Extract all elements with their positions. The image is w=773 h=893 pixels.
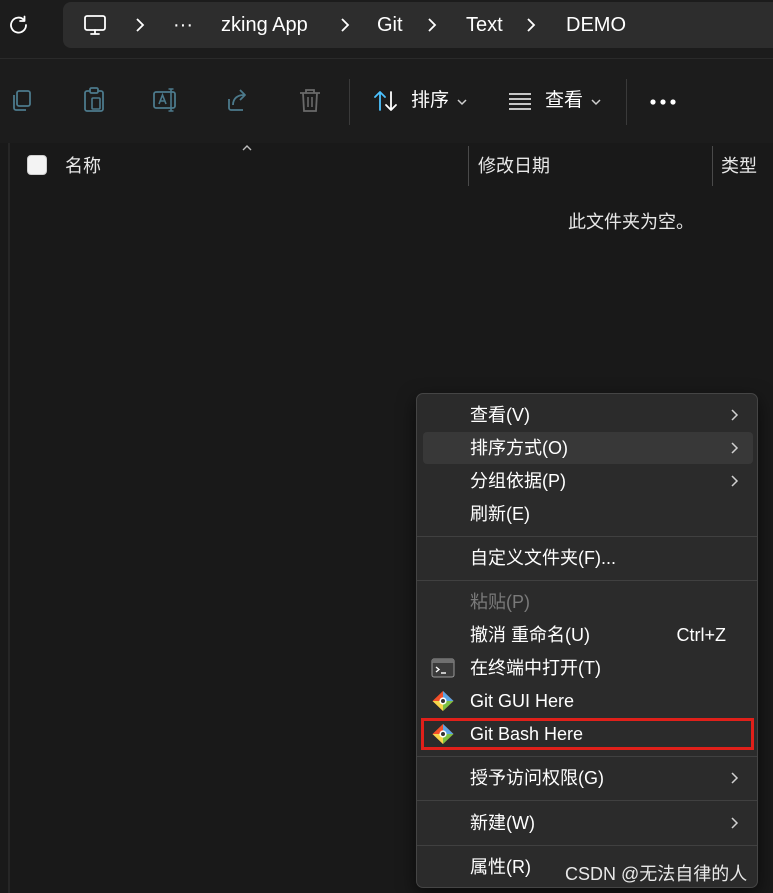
- chevron-right-icon[interactable]: [524, 17, 538, 33]
- menu-separator: [417, 845, 757, 846]
- column-type[interactable]: 类型: [721, 152, 757, 178]
- menu-item-label: 新建(W): [470, 813, 535, 833]
- toolbar-separator: [626, 79, 627, 125]
- menu-item-label: 刷新(E): [470, 504, 530, 524]
- more-options-button[interactable]: [643, 79, 683, 123]
- breadcrumb-item-git[interactable]: Git: [377, 2, 403, 48]
- delete-icon[interactable]: [295, 85, 325, 115]
- menu-item-label: 排序方式(O): [470, 438, 568, 458]
- navigation-pane-edge[interactable]: [8, 143, 10, 893]
- toolbar-separator: [349, 79, 350, 125]
- menu-item-label: 自定义文件夹(F)...: [470, 548, 616, 568]
- chevron-right-icon[interactable]: [425, 17, 439, 33]
- copy-icon[interactable]: [8, 85, 38, 115]
- menu-item-customize-folder[interactable]: 自定义文件夹(F)...: [423, 542, 753, 574]
- chevron-down-icon: [591, 99, 601, 106]
- terminal-icon: [431, 658, 455, 678]
- git-icon: [432, 691, 454, 711]
- breadcrumb-more[interactable]: ···: [173, 2, 193, 48]
- sort-label: 排序: [411, 90, 450, 111]
- view-button[interactable]: 查看: [505, 79, 615, 123]
- menu-item-label: 属性(R): [470, 857, 531, 877]
- command-bar: 排序 查看: [0, 58, 773, 144]
- context-menu: 查看(V) 排序方式(O) 分组依据(P) 刷新(E) 自定义文件夹(F)...…: [416, 393, 758, 888]
- chevron-right-icon: [731, 442, 739, 454]
- menu-item-group-by[interactable]: 分组依据(P): [423, 465, 753, 497]
- chevron-right-icon: [731, 817, 739, 829]
- menu-item-label: 粘贴(P): [470, 592, 530, 612]
- chevron-right-icon[interactable]: [338, 17, 352, 33]
- refresh-button[interactable]: [4, 10, 34, 40]
- more-horizontal-icon: [650, 99, 676, 105]
- menu-item-open-in-terminal[interactable]: 在终端中打开(T): [423, 652, 753, 684]
- menu-item-sort-by[interactable]: 排序方式(O): [423, 432, 753, 464]
- address-bar-area: ··· zking App Git Text DEMO: [0, 0, 773, 58]
- empty-folder-message: 此文件夹为空。: [568, 212, 694, 232]
- sort-ascending-icon: [242, 145, 252, 151]
- select-all-checkbox[interactable]: [27, 155, 47, 175]
- menu-item-view[interactable]: 查看(V): [423, 399, 753, 431]
- refresh-icon: [10, 15, 27, 34]
- menu-item-label: 分组依据(P): [470, 471, 566, 491]
- paste-icon[interactable]: [79, 85, 109, 115]
- menu-item-label: 查看(V): [470, 405, 530, 425]
- column-header: [0, 143, 773, 187]
- chevron-right-icon: [731, 772, 739, 784]
- menu-item-label: 在终端中打开(T): [470, 658, 601, 678]
- column-modified[interactable]: 修改日期: [478, 152, 550, 178]
- menu-item-paste[interactable]: 粘贴(P): [423, 586, 753, 618]
- view-list-icon: [509, 93, 531, 110]
- sort-icon: [374, 91, 397, 111]
- breadcrumb[interactable]: ··· zking App Git Text DEMO: [63, 2, 773, 48]
- menu-separator: [417, 580, 757, 581]
- share-icon[interactable]: [223, 85, 253, 115]
- rename-icon[interactable]: [151, 85, 181, 115]
- menu-item-refresh[interactable]: 刷新(E): [423, 498, 753, 530]
- breadcrumb-item-demo[interactable]: DEMO: [566, 2, 626, 48]
- chevron-right-icon: [731, 475, 739, 487]
- chevron-right-icon: [731, 409, 739, 421]
- breadcrumb-item-zking-app[interactable]: zking App: [221, 2, 308, 48]
- chevron-down-icon: [457, 99, 467, 106]
- computer-icon: [84, 15, 106, 35]
- breadcrumb-item-text[interactable]: Text: [466, 2, 503, 48]
- menu-item-label: Git GUI Here: [470, 691, 575, 711]
- chevron-right-icon[interactable]: [133, 17, 147, 33]
- column-separator[interactable]: [468, 146, 469, 186]
- menu-item-label: 授予访问权限(G): [470, 768, 604, 788]
- menu-item-new[interactable]: 新建(W): [423, 807, 753, 839]
- column-separator[interactable]: [712, 146, 713, 186]
- highlight-annotation-box: [421, 718, 754, 750]
- watermark: CSDN @无法自律的人: [565, 864, 748, 884]
- menu-separator: [417, 800, 757, 801]
- menu-separator: [417, 536, 757, 537]
- menu-item-shortcut: Ctrl+Z: [676, 625, 727, 645]
- menu-item-git-gui-here[interactable]: Git GUI Here: [423, 685, 753, 717]
- menu-item-give-access[interactable]: 授予访问权限(G): [423, 762, 753, 794]
- column-name[interactable]: 名称: [65, 152, 101, 178]
- menu-item-undo-rename[interactable]: 撤消 重命名(U) Ctrl+Z: [423, 619, 753, 651]
- menu-separator: [417, 756, 757, 757]
- sort-button[interactable]: 排序: [370, 79, 480, 123]
- view-label: 查看: [545, 90, 584, 111]
- menu-item-label: 撤消 重命名(U): [470, 625, 590, 645]
